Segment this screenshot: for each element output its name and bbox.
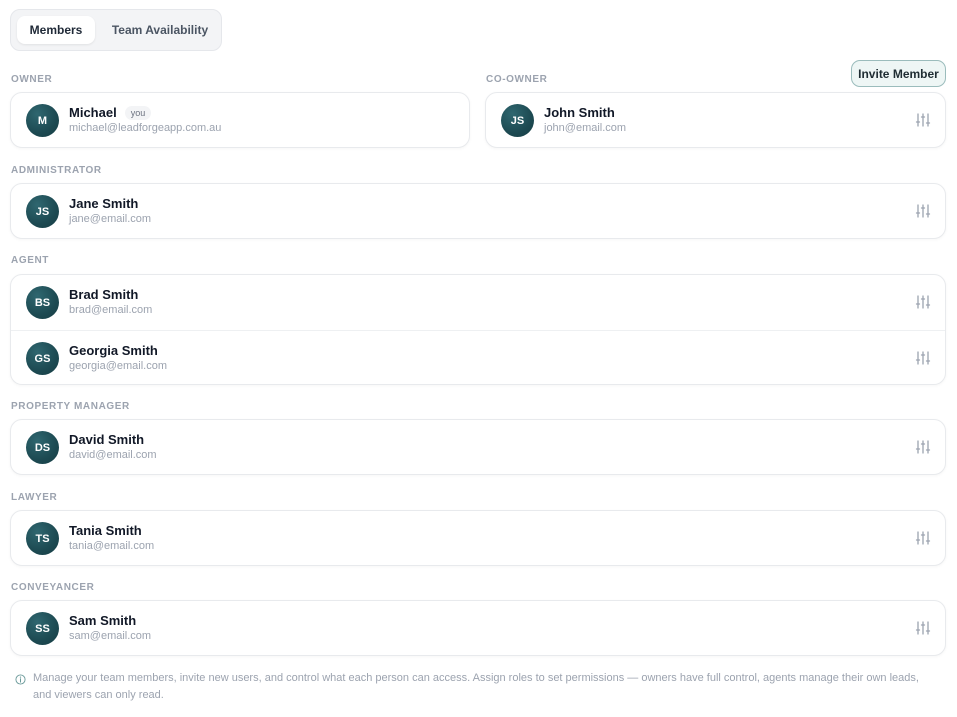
avatar: DS — [26, 431, 59, 464]
member-email: brad@email.com — [69, 304, 153, 316]
member-email: jane@email.com — [69, 213, 152, 225]
member-name: Sam Smith — [69, 613, 137, 628]
member-row[interactable]: BS Brad Smith brad@email.com — [11, 275, 945, 330]
member-email: john@email.com — [544, 122, 627, 134]
invite-member-button[interactable]: Invite Member — [851, 60, 946, 87]
avatar: TS — [26, 522, 59, 555]
conveyancer-card: SS Sam Smith sam@email.com — [10, 600, 946, 656]
member-name: Michael you — [69, 105, 152, 120]
avatar: JS — [26, 195, 59, 228]
avatar: BS — [26, 286, 59, 319]
sliders-icon[interactable] — [915, 203, 931, 219]
sliders-icon[interactable] — [915, 620, 931, 636]
member-row[interactable]: GS Georgia Smith georgia@email.com — [11, 330, 945, 385]
member-email: tania@email.com — [69, 540, 155, 552]
tab-team-availability[interactable]: Team Availability — [105, 16, 215, 44]
member-name: Tania Smith — [69, 523, 142, 538]
agent-card: BS Brad Smith brad@email.com GS Georgia … — [10, 274, 946, 385]
member-email: david@email.com — [69, 449, 157, 461]
member-name-text: Michael — [69, 105, 117, 120]
sliders-icon[interactable] — [915, 350, 931, 366]
section-label-owner: OWNER — [11, 74, 53, 85]
member-email: sam@email.com — [69, 630, 152, 642]
co-owner-card: JS John Smith john@email.com — [485, 92, 946, 148]
section-label-property-manager: PROPERTY MANAGER — [11, 401, 130, 412]
avatar: GS — [26, 342, 59, 375]
sliders-icon[interactable] — [915, 112, 931, 128]
owner-card: M Michael you michael@leadforgeapp.com.a… — [10, 92, 470, 148]
tab-members[interactable]: Members — [17, 16, 95, 44]
member-name: David Smith — [69, 432, 145, 447]
you-badge: you — [124, 105, 152, 120]
info-text: Manage your team members, invite new use… — [33, 672, 919, 701]
member-row[interactable]: DS David Smith david@email.com — [11, 420, 945, 475]
member-row[interactable]: SS Sam Smith sam@email.com — [11, 601, 945, 656]
avatar: M — [26, 104, 59, 137]
member-name: Brad Smith — [69, 287, 139, 302]
sliders-icon[interactable] — [915, 530, 931, 546]
tab-bar: Members Team Availability — [10, 9, 222, 51]
member-row[interactable]: TS Tania Smith tania@email.com — [11, 511, 945, 566]
member-row[interactable]: JS Jane Smith jane@email.com — [11, 184, 945, 239]
lawyer-card: TS Tania Smith tania@email.com — [10, 510, 946, 566]
section-label-co-owner: CO-OWNER — [486, 74, 548, 85]
avatar: SS — [26, 612, 59, 645]
info-icon — [15, 674, 26, 685]
section-label-administrator: ADMINISTRATOR — [11, 165, 102, 176]
section-label-agent: AGENT — [11, 255, 49, 266]
sliders-icon[interactable] — [915, 439, 931, 455]
section-label-lawyer: LAWYER — [11, 492, 58, 503]
member-name: Jane Smith — [69, 196, 139, 211]
info-note: Manage your team members, invite new use… — [15, 670, 935, 704]
member-row[interactable]: JS John Smith john@email.com — [486, 93, 945, 148]
avatar: JS — [501, 104, 534, 137]
member-name: John Smith — [544, 105, 615, 120]
property-manager-card: DS David Smith david@email.com — [10, 419, 946, 475]
member-email: georgia@email.com — [69, 360, 167, 372]
member-email: michael@leadforgeapp.com.au — [69, 122, 222, 134]
member-name: Georgia Smith — [69, 343, 158, 358]
member-row[interactable]: M Michael you michael@leadforgeapp.com.a… — [11, 93, 469, 148]
section-label-conveyancer: CONVEYANCER — [11, 582, 95, 593]
administrator-card: JS Jane Smith jane@email.com — [10, 183, 946, 239]
sliders-icon[interactable] — [915, 294, 931, 310]
